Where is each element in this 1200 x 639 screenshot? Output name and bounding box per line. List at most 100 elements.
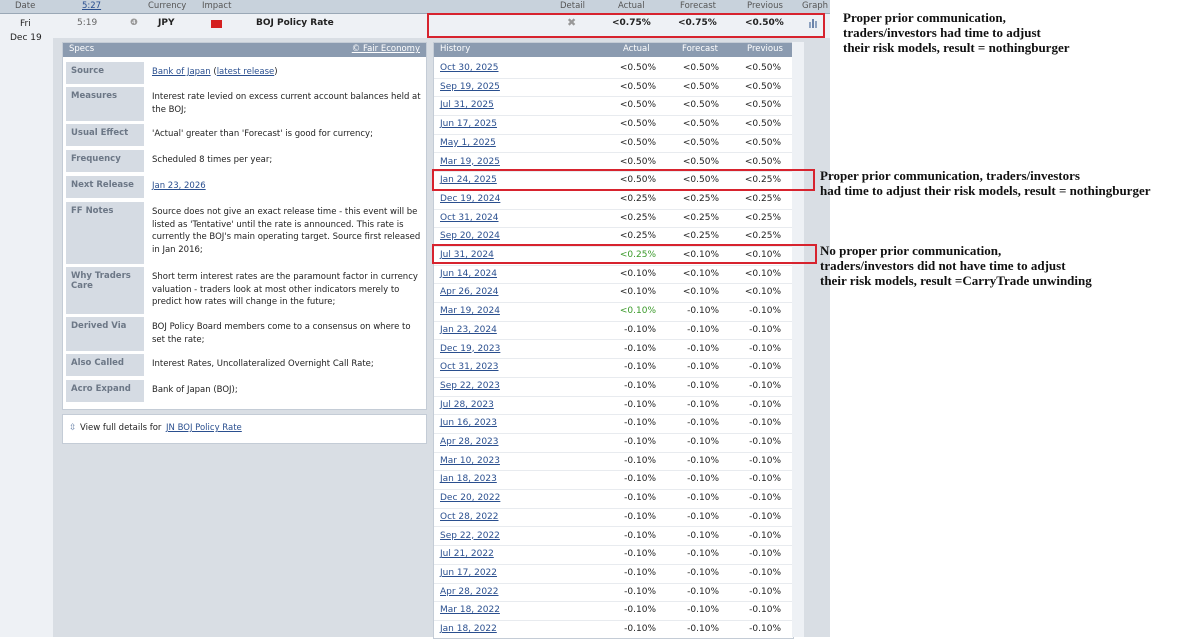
history-actual: -0.10% [624,380,656,391]
history-previous: -0.10% [749,624,781,634]
history-date-link[interactable]: Jan 18, 2022 [440,624,497,634]
history-forecast: -0.10% [687,362,719,373]
latest-release-link[interactable]: latest release [217,67,275,77]
history-previous: -0.10% [749,380,781,391]
history-row: Oct 30, 2025 <0.50% <0.50% <0.50% [434,59,793,79]
history-row: Oct 28, 2022 -0.10% -0.10% -0.10% [434,508,793,528]
history-date-link[interactable]: Oct 30, 2025 [440,63,499,73]
history-actual: <0.10% [619,306,656,317]
spec-value: Interest rate levied on excess current a… [152,92,421,115]
history-date-link[interactable]: Jun 16, 2023 [440,418,497,428]
history-date-link[interactable]: Jun 17, 2022 [440,568,497,578]
history-date-link[interactable]: Dec 20, 2022 [440,493,500,503]
annotation-mid: Proper prior communication, traders/inve… [820,168,1151,198]
history-date-link[interactable]: Jan 23, 2024 [440,325,497,335]
history-date-link[interactable]: Jun 14, 2024 [440,269,497,279]
spec-label: Why Traders Care [66,267,144,314]
history-date-link[interactable]: Jan 18, 2023 [440,474,497,484]
history-date-link[interactable]: Sep 22, 2022 [440,531,500,541]
header-detail: Detail [560,1,586,11]
spec-value: 'Actual' greater than 'Forecast' is good… [152,129,373,139]
history-forecast: -0.10% [687,306,719,317]
specs-credit-link[interactable]: © Fair Economy [352,44,420,54]
history-date-link[interactable]: Mar 18, 2022 [440,605,500,615]
history-row: Mar 19, 2024 <0.10% -0.10% -0.10% [434,302,793,322]
history-forecast: -0.10% [687,567,719,578]
history-actual: -0.10% [624,399,656,410]
history-actual: -0.10% [624,511,656,522]
history-actual: -0.10% [624,324,656,335]
highlight-box-current [427,13,825,38]
history-forecast: -0.10% [687,418,719,429]
history-row: Jul 21, 2022 -0.10% -0.10% -0.10% [434,545,793,565]
history-actual: <0.50% [619,119,656,130]
history-previous: -0.10% [749,511,781,522]
history-date-link[interactable]: Dec 19, 2024 [440,194,500,204]
history-forecast: <0.25% [682,231,719,242]
history-previous: -0.10% [749,549,781,560]
history-previous: -0.10% [749,455,781,466]
history-previous: <0.25% [744,212,781,223]
annotation-line: Proper prior communication, traders/inve… [820,168,1080,183]
history-forecast: -0.10% [687,624,719,634]
history-date-link[interactable]: Jul 21, 2022 [440,549,494,559]
history-row: Dec 19, 2023 -0.10% -0.10% -0.10% [434,340,793,360]
history-row: Jul 31, 2025 <0.50% <0.50% <0.50% [434,96,793,117]
annotation-top: Proper prior communication, traders/inve… [843,10,1070,55]
history-row: Jun 14, 2024 <0.10% <0.10% <0.10% [434,265,793,285]
history-actual: -0.10% [624,362,656,373]
history-date-link[interactable]: Jul 28, 2023 [440,400,494,410]
history-date-link[interactable]: Jun 17, 2025 [440,119,497,129]
history-date-link[interactable]: Sep 20, 2024 [440,231,500,241]
history-date-link[interactable]: Sep 22, 2023 [440,381,500,391]
spec-value: Interest Rates, Uncollateralized Overnig… [152,359,374,369]
history-col-actual: Actual [623,44,650,54]
history-date-link[interactable]: Mar 19, 2024 [440,306,500,316]
history-actual: -0.10% [624,437,656,447]
history-row: Dec 19, 2024 <0.25% <0.25% <0.25% [434,190,793,210]
history-date-link[interactable]: Oct 28, 2022 [440,512,499,522]
scrollbar[interactable] [792,42,804,637]
history-date-link[interactable]: Oct 31, 2023 [440,362,499,372]
history-title: History [440,44,471,54]
history-row: Jun 17, 2025 <0.50% <0.50% <0.50% [434,115,793,135]
history-date-link[interactable]: Mar 19, 2025 [440,157,500,167]
full-details-link[interactable]: JN BOJ Policy Rate [166,423,242,433]
history-date-link[interactable]: Sep 19, 2025 [440,82,500,92]
history-actual: <0.10% [619,268,656,279]
history-date-link[interactable]: Mar 10, 2023 [440,456,500,466]
spec-value: Bank of Japan (latest release) [152,66,422,79]
history-previous: -0.10% [749,324,781,335]
header-currency: Currency [148,1,187,11]
history-previous: <0.50% [744,63,781,73]
history-previous: <0.10% [744,287,781,298]
history-actual: <0.25% [619,231,656,242]
source-link[interactable]: Bank of Japan [152,67,211,77]
history-date-link[interactable]: Jul 31, 2025 [440,100,494,110]
history-date-link[interactable]: Apr 28, 2022 [440,587,499,597]
full-details-prefix: View full details for [80,423,162,433]
history-date-link[interactable]: Apr 28, 2023 [440,437,499,447]
history-previous: <0.25% [744,193,781,204]
history-date-link[interactable]: May 1, 2025 [440,138,496,148]
history-forecast: <0.50% [682,81,719,92]
history-date-link[interactable]: Dec 19, 2023 [440,344,500,354]
history-row: Jan 23, 2024 -0.10% -0.10% -0.10% [434,321,793,341]
history-date-link[interactable]: Oct 31, 2024 [440,213,499,223]
history-forecast: -0.10% [687,530,719,541]
history-forecast: -0.10% [687,493,719,504]
event-currency: JPY [158,18,175,28]
history-previous: <0.10% [744,268,781,279]
sound-icon[interactable]: ❹ [130,18,138,28]
header-actual: Actual [618,1,645,11]
history-actual: -0.10% [624,474,656,485]
history-previous: -0.10% [749,530,781,541]
spec-label: Frequency [66,150,144,172]
history-row: Jan 18, 2022 -0.10% -0.10% -0.10% [434,620,793,638]
history-date-link[interactable]: Apr 26, 2024 [440,287,499,297]
next-release-link[interactable]: Jan 23, 2026 [152,181,206,191]
header-time-link[interactable]: 5:27 [82,1,101,11]
annotation-line: their risk models, result =CarryTrade un… [820,273,1092,288]
spec-label: Source [66,62,144,84]
event-name[interactable]: BOJ Policy Rate [256,18,334,28]
